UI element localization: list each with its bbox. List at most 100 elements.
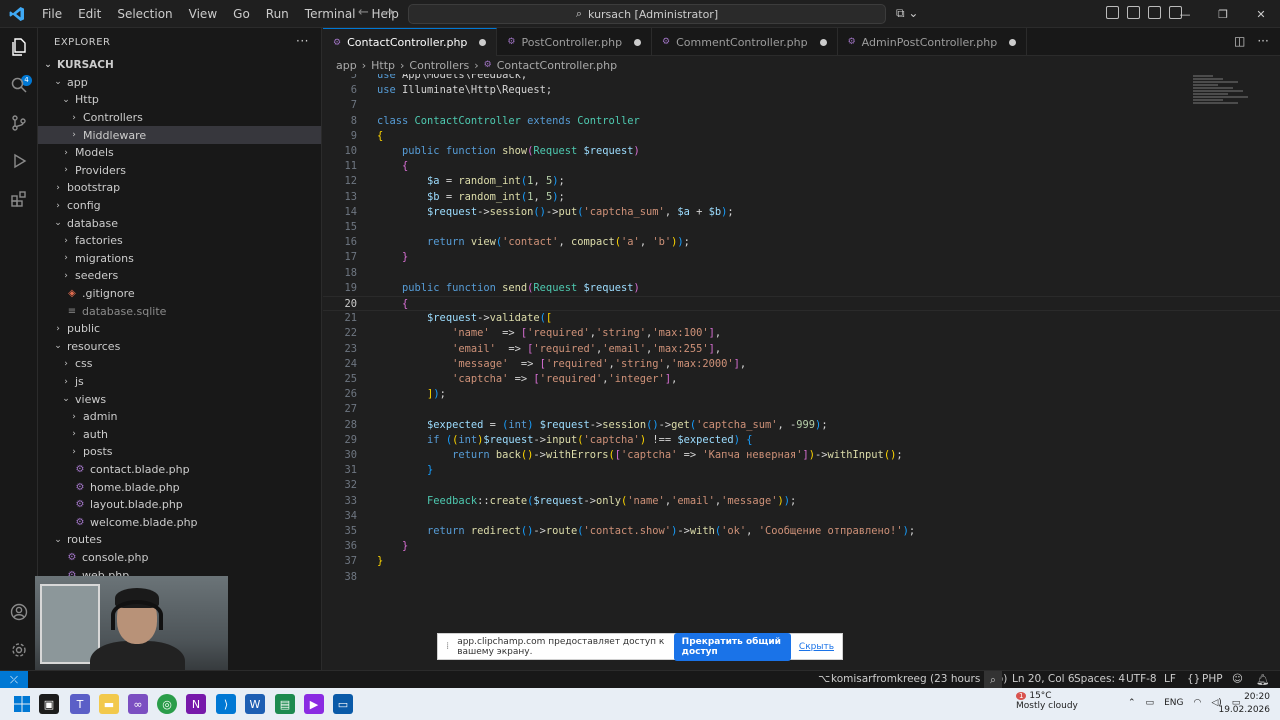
toggle-panel-icon[interactable] [1148, 6, 1161, 19]
tree-item-auth[interactable]: › auth [38, 426, 321, 444]
forward-arrow-icon[interactable]: → [383, 5, 394, 20]
code-line[interactable]: 13 $b = random_int(1, 5); [323, 190, 1280, 205]
clock[interactable]: 20:20 19.02.2026 [1218, 691, 1270, 717]
copilot-icon[interactable]: ⧉ ⌄ [896, 6, 918, 21]
tree-item-providers[interactable]: › Providers [38, 162, 321, 180]
code-line[interactable]: 36 } [323, 539, 1280, 554]
tree-item-database[interactable]: ⌄ database [38, 214, 321, 232]
tree-item-controllers[interactable]: › Controllers [38, 109, 321, 127]
back-arrow-icon[interactable]: ← [358, 5, 369, 20]
code-line[interactable]: 18 [323, 266, 1280, 281]
onenote-icon[interactable]: N [186, 694, 206, 714]
code-line[interactable]: 12 $a = random_int(1, 5); [323, 174, 1280, 189]
tree-item-factories[interactable]: › factories [38, 232, 321, 250]
tab-postcontroller-php[interactable]: ⚙ PostController.php [497, 28, 653, 56]
input-language[interactable]: ENG [1164, 698, 1183, 708]
command-center-search[interactable]: ⌕ kursach [Administrator] [408, 4, 886, 24]
file-explorer-icon[interactable]: ▬ [99, 694, 119, 714]
tree-item-gitignore[interactable]: ◈ .gitignore [38, 285, 321, 303]
spreadsheet-icon[interactable]: ▤ [275, 694, 295, 714]
split-editor-icon[interactable]: ◫ [1234, 34, 1245, 48]
tree-item-admin[interactable]: › admin [38, 408, 321, 426]
code-line[interactable]: 22 'name' => ['required','string','max:1… [323, 326, 1280, 341]
settings-gear-icon[interactable] [8, 639, 30, 661]
source-control-icon[interactable] [8, 112, 30, 134]
end-of-line[interactable]: LF [1164, 673, 1176, 685]
zoom-icon[interactable]: ⌕ [984, 671, 1002, 689]
search-icon[interactable] [8, 74, 30, 96]
code-line[interactable]: 28 $expected = (int) $request->session()… [323, 418, 1280, 433]
copilot-status-icon[interactable]: ☺ [1232, 673, 1243, 685]
language-mode[interactable]: PHP [1202, 673, 1223, 685]
windows-start-icon[interactable] [12, 694, 32, 714]
tree-item-database-sqlite[interactable]: ≡ database.sqlite [38, 302, 321, 320]
menu-run[interactable]: Run [258, 0, 297, 28]
code-line[interactable]: 14 $request->session()->put('captcha_sum… [323, 205, 1280, 220]
code-line[interactable]: 24 'message' => ['required','string','ma… [323, 357, 1280, 372]
tree-item-seeders[interactable]: › seeders [38, 267, 321, 285]
explorer-icon[interactable] [8, 36, 30, 58]
run-debug-icon[interactable] [8, 150, 30, 172]
tree-item-routes[interactable]: ⌄ routes [38, 531, 321, 549]
chrome-icon[interactable]: ◎ [157, 694, 177, 714]
tree-item-css[interactable]: › css [38, 355, 321, 373]
unsaved-dot-icon[interactable] [1009, 38, 1017, 46]
remote-icon[interactable]: ⤫ [0, 671, 28, 689]
unsaved-dot-icon[interactable] [479, 39, 487, 46]
code-line[interactable]: 6 use Illuminate\Http\Request; [323, 83, 1280, 98]
code-line[interactable]: 11 { [323, 159, 1280, 174]
tree-item-posts[interactable]: › posts [38, 443, 321, 461]
hide-link[interactable]: Скрыть [799, 642, 834, 652]
tree-item-contact-blade-php[interactable]: ⚙ contact.blade.php [38, 461, 321, 479]
tab-contactcontroller-php[interactable]: ⚙ ContactController.php [323, 28, 498, 56]
code-line[interactable]: 33 Feedback::create($request->only('name… [323, 494, 1280, 509]
code-editor[interactable]: 5 use App\Models\Feedback; 6 use Illuminate… [323, 74, 1280, 670]
tree-item-http[interactable]: ⌄ Http [38, 91, 321, 109]
code-line[interactable]: 15 [323, 220, 1280, 235]
code-line[interactable]: 38 [323, 570, 1280, 585]
notifications-bell-icon[interactable]: 🔔︎ [1256, 673, 1269, 686]
tree-item-app[interactable]: ⌄ app [38, 74, 321, 92]
menu-go[interactable]: Go [225, 0, 258, 28]
account-icon[interactable] [8, 601, 30, 623]
active-app-icon[interactable]: ▭ [333, 694, 353, 714]
breadcrumb-item[interactable]: Controllers [409, 59, 469, 72]
stop-sharing-button[interactable]: Прекратить общий доступ [673, 632, 791, 661]
tray-chevron-icon[interactable]: ⌃ [1128, 698, 1136, 708]
extensions-icon[interactable] [8, 188, 30, 210]
code-line[interactable]: 29 if ((int)$request->input('captcha') !… [323, 433, 1280, 448]
code-line[interactable]: 20 { [323, 296, 1280, 312]
menu-edit[interactable]: Edit [70, 0, 109, 28]
code-line[interactable]: 8 class ContactController extends Control… [323, 114, 1280, 129]
tree-item-layout-blade-php[interactable]: ⚙ layout.blade.php [38, 496, 321, 514]
code-line[interactable]: 34 [323, 509, 1280, 524]
menu-selection[interactable]: Selection [109, 0, 180, 28]
cursor-position[interactable]: Ln 20, Col 6 [1012, 673, 1075, 685]
encoding[interactable]: UTF-8 [1126, 673, 1157, 685]
tree-item-public[interactable]: › public [38, 320, 321, 338]
word-icon[interactable]: W [245, 694, 265, 714]
code-line[interactable]: 16 return view('contact', compact('a', '… [323, 235, 1280, 250]
menu-view[interactable]: View [181, 0, 225, 28]
code-line[interactable]: 7 [323, 98, 1280, 113]
tree-item-js[interactable]: › js [38, 373, 321, 391]
teams-icon[interactable]: T [70, 694, 90, 714]
menu-file[interactable]: File [34, 0, 70, 28]
code-line[interactable]: 17 } [323, 250, 1280, 265]
wifi-icon[interactable]: ◠ [1193, 698, 1201, 708]
tree-item-console-php[interactable]: ⚙ console.php [38, 549, 321, 567]
breadcrumb-item[interactable]: app [336, 59, 357, 72]
indentation[interactable]: Spaces: 4 [1074, 673, 1125, 685]
tree-item-middleware[interactable]: › Middleware [38, 126, 321, 144]
close-icon[interactable]: ✕ [1242, 0, 1280, 28]
code-line[interactable]: 21 $request->validate([ [323, 311, 1280, 326]
code-line[interactable]: 30 return back()->withErrors(['captcha' … [323, 448, 1280, 463]
workspace-root[interactable]: ⌄ KURSACH [38, 56, 321, 74]
code-line[interactable]: 26 ]); [323, 387, 1280, 402]
tree-item-config[interactable]: › config [38, 197, 321, 215]
code-line[interactable]: 23 'email' => ['required','email','max:2… [323, 342, 1280, 357]
drag-grip-icon[interactable]: ⁞ [446, 641, 449, 652]
tree-item-views[interactable]: ⌄ views [38, 390, 321, 408]
weather-widget[interactable]: 1 15°C Mostly cloudy [1016, 691, 1078, 711]
minimize-icon[interactable]: — [1166, 0, 1204, 28]
